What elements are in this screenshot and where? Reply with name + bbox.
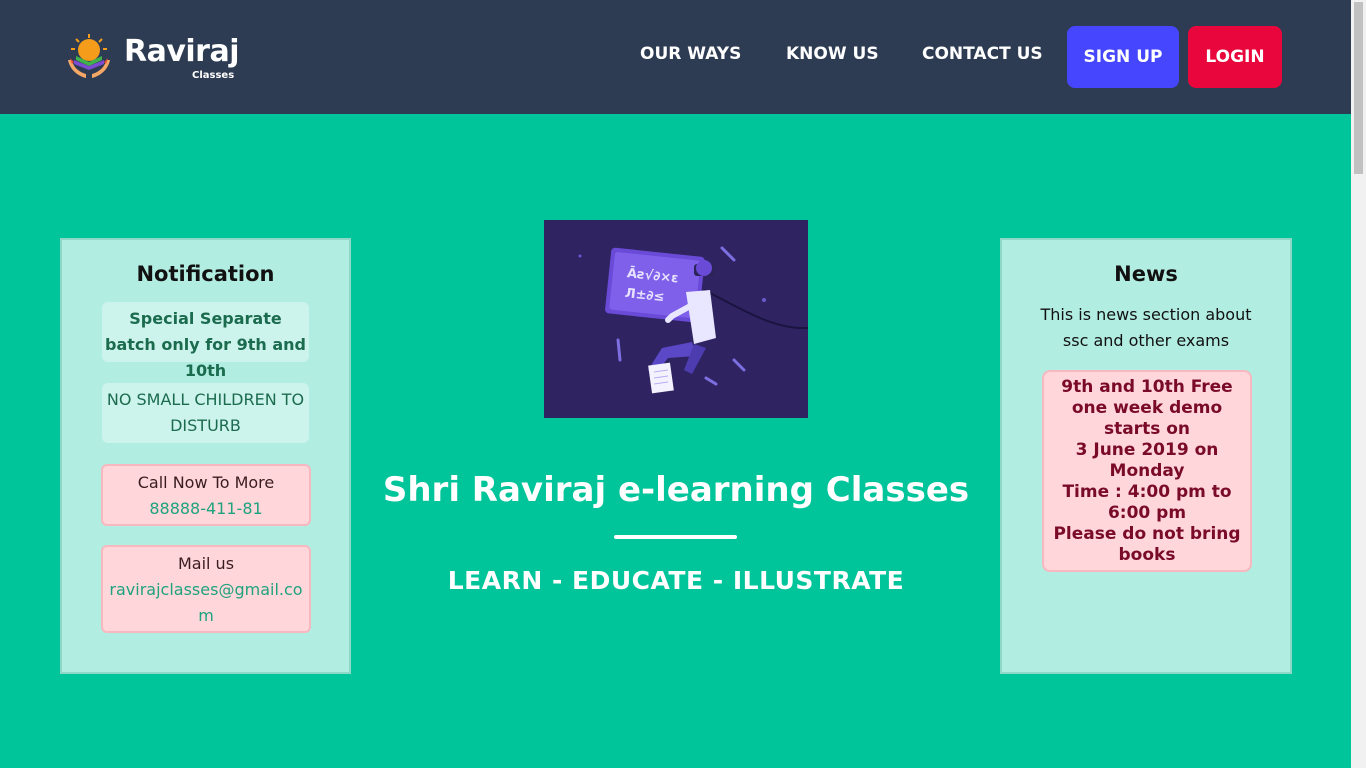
news-panel: News This is news section about ssc and … bbox=[1000, 238, 1292, 674]
site-header: Raviraj Classes OUR WAYS KNOW US CONTACT… bbox=[0, 0, 1351, 114]
logo-icon bbox=[68, 34, 110, 78]
mail-label: Mail us bbox=[177, 554, 235, 573]
nav-our-ways[interactable]: OUR WAYS bbox=[640, 44, 741, 64]
nav-contact-us[interactable]: CONTACT US bbox=[922, 44, 1043, 64]
notification-call: Call Now To More 88888-411-81 bbox=[101, 464, 311, 526]
student-vr-icon: Āƨ√∂×ε Л±∂≤ bbox=[544, 220, 808, 418]
call-label: Call Now To More bbox=[137, 473, 275, 492]
notification-no-children-text: NO SMALL CHILDREN TO DISTURB bbox=[106, 390, 305, 435]
scrollbar-thumb[interactable] bbox=[1354, 2, 1363, 174]
notification-panel: Notification Special Separate batch only… bbox=[60, 238, 351, 674]
page-scrollbar[interactable] bbox=[1351, 0, 1366, 768]
phone-number[interactable]: 88888-411-81 bbox=[103, 496, 309, 522]
notification-batch-text: Special Separate batch only for 9th and … bbox=[104, 309, 306, 380]
news-announcement: 9th and 10th Free one week demo starts o… bbox=[1042, 370, 1252, 572]
logo-text: Raviraj bbox=[124, 34, 240, 69]
hero-tagline: LEARN - EDUCATE - ILLUSTRATE bbox=[447, 566, 905, 595]
notification-mail: Mail us ravirajclasses@gmail.com bbox=[101, 545, 311, 633]
signup-button[interactable]: SIGN UP bbox=[1067, 26, 1179, 88]
nav-know-us[interactable]: KNOW US bbox=[786, 44, 879, 64]
notification-title: Notification bbox=[136, 262, 275, 286]
site-logo[interactable]: Raviraj Classes bbox=[66, 34, 246, 84]
hero-divider bbox=[614, 535, 737, 539]
login-button[interactable]: LOGIN bbox=[1188, 26, 1282, 88]
notification-no-children: NO SMALL CHILDREN TO DISTURB bbox=[102, 383, 309, 443]
email-address[interactable]: ravirajclasses@gmail.com bbox=[103, 577, 309, 629]
hero-title: Shri Raviraj e-learning Classes bbox=[382, 470, 970, 510]
notification-batch: Special Separate batch only for 9th and … bbox=[102, 302, 309, 380]
news-title: News bbox=[1114, 262, 1178, 286]
news-description: This is news section about ssc and other… bbox=[1040, 305, 1252, 350]
hero-illustration: Āƨ√∂×ε Л±∂≤ bbox=[544, 220, 808, 418]
logo-subtitle: Classes bbox=[192, 70, 235, 81]
news-announcement-text: 9th and 10th Free one week demo starts o… bbox=[1053, 377, 1241, 565]
